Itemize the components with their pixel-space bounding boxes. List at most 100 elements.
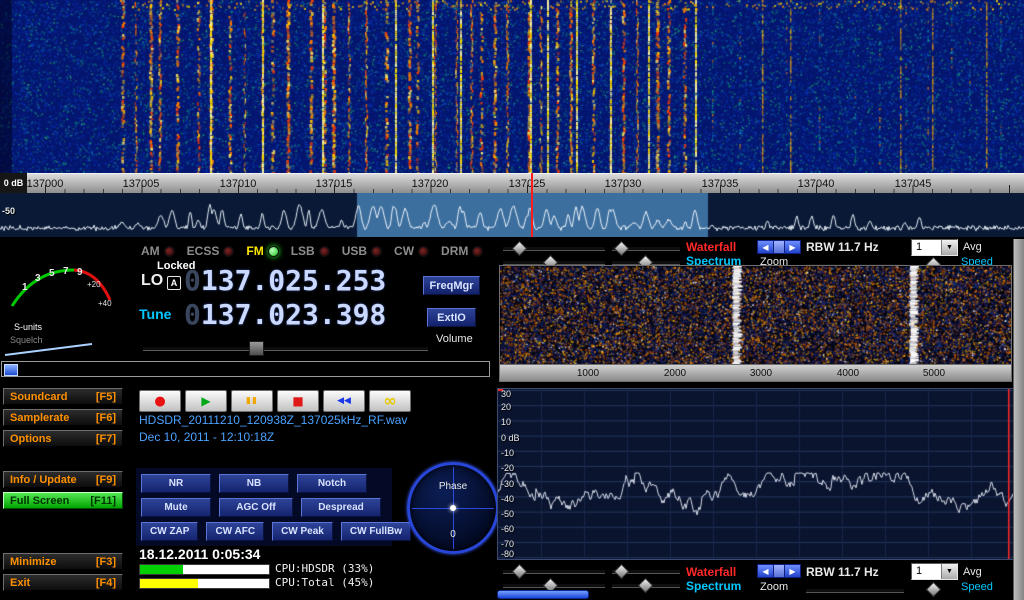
mode-button-lsb[interactable]: LSB — [291, 244, 330, 258]
speed-slider-track-bottom[interactable] — [806, 589, 904, 592]
lo-frequency-display[interactable]: 0137.025.253 — [184, 264, 386, 297]
frequency-ruler[interactable]: 137000 137005 137010 137015 137020 13702… — [0, 173, 1024, 193]
info-update-button[interactable]: Info / Update [F9] — [3, 471, 123, 488]
chevron-down-icon[interactable]: ▼ — [941, 564, 957, 579]
pause-button[interactable]: ▮▮ — [231, 390, 273, 412]
rbw-value-top: RBW 11.7 Hz — [806, 240, 879, 254]
spectrum-tab-bottom[interactable]: Spectrum — [686, 579, 741, 593]
af-frequency-ruler[interactable]: 1000 2000 3000 4000 5000 — [499, 364, 1012, 382]
db-scale-label: -10 — [501, 448, 514, 458]
options-button[interactable]: Options[F7] — [3, 430, 123, 447]
agc-off-button[interactable]: AGC Off — [219, 498, 293, 517]
fullscreen-button[interactable]: Full Screen[F11] — [3, 492, 123, 509]
smeter-tick-label: 7 — [63, 266, 69, 277]
pause-icon: ▮▮ — [246, 397, 258, 406]
right-scrollbar-strip[interactable] — [1013, 239, 1024, 600]
minimize-button[interactable]: Minimize[F3] — [3, 553, 123, 570]
playback-position-bar[interactable] — [1, 361, 490, 377]
db-scale-top-label: 0 dB — [0, 173, 27, 193]
af-waterfall-display[interactable] — [500, 266, 1011, 364]
despread-button[interactable]: Despread — [301, 498, 381, 517]
mode-button-cw[interactable]: CW — [394, 244, 429, 258]
mode-led-icon — [371, 246, 382, 257]
playback-position-handle[interactable] — [4, 364, 18, 376]
samplerate-button[interactable]: Samplerate[F6] — [3, 409, 123, 426]
button-hotkey: [F9] — [96, 474, 116, 486]
avg-dropdown-top[interactable]: 1 ▼ — [911, 239, 958, 256]
mode-label: LSB — [291, 244, 315, 258]
db-scale-label: 20 — [501, 402, 511, 412]
smeter-tick-label: 9 — [77, 267, 83, 278]
tune-frequency-display[interactable]: 0137.023.398 — [184, 298, 386, 331]
nr-button[interactable]: NR — [141, 474, 211, 493]
button-label: Options — [10, 433, 52, 445]
cw-fullbw-button[interactable]: CW FullBw — [341, 522, 411, 541]
waterfall-tab-bottom[interactable]: Waterfall — [686, 565, 736, 579]
notch-button[interactable]: Notch — [297, 474, 367, 493]
play-button[interactable]: ▶ — [185, 390, 227, 412]
extio-button[interactable]: ExtIO — [427, 308, 476, 327]
play-icon: ▶ — [201, 395, 210, 407]
lock-badge-icon[interactable]: A — [167, 276, 181, 290]
volume-slider-handle[interactable] — [249, 341, 264, 356]
spectrum-lower-slider-handle-bottom[interactable] — [638, 578, 654, 594]
soundcard-button[interactable]: Soundcard[F5] — [3, 388, 123, 405]
phase-indicator[interactable]: Phase 0 — [407, 462, 499, 554]
zoom-right-arrow[interactable]: ▶ — [784, 240, 801, 254]
mute-button[interactable]: Mute — [141, 498, 211, 517]
mode-button-fm[interactable]: FM — [246, 244, 278, 258]
button-label: Info / Update — [10, 474, 77, 486]
loop-button[interactable]: ∞ — [369, 390, 411, 412]
rewind-button[interactable]: ◀◀ — [323, 390, 365, 412]
gain-level-bar[interactable] — [497, 590, 589, 599]
cpu-hdsdr-bar — [139, 564, 270, 575]
waterfall-upper-slider-handle[interactable] — [512, 241, 528, 257]
zoom-scroll-thumb[interactable] — [774, 564, 784, 578]
waterfall-upper-slider-handle-bottom[interactable] — [512, 564, 528, 580]
nb-button[interactable]: NB — [219, 474, 289, 493]
main-waterfall-display[interactable] — [0, 0, 1024, 173]
volume-slider-track[interactable] — [143, 347, 428, 350]
smeter-squelch-label: Squelch — [10, 335, 43, 345]
recording-filename: HDSDR_20111210_120938Z_137025kHz_RF.wav — [139, 413, 407, 427]
freqmgr-button[interactable]: FreqMgr — [423, 276, 480, 295]
af-ruler-label: 2000 — [664, 368, 686, 379]
record-button[interactable]: ● — [139, 390, 181, 412]
mode-button-am[interactable]: AM — [141, 244, 175, 258]
ruler-tick-label: 137030 — [605, 178, 642, 190]
db-scale-label: -40 — [501, 494, 514, 504]
cpu-total-bar — [139, 578, 270, 589]
ruler-tick-label: 137045 — [895, 178, 932, 190]
cw-zap-button[interactable]: CW ZAP — [141, 522, 198, 541]
exit-button[interactable]: Exit[F4] — [3, 574, 123, 591]
zoom-right-arrow[interactable]: ▶ — [784, 564, 801, 578]
chevron-down-icon[interactable]: ▼ — [941, 240, 957, 255]
waterfall-tab-top[interactable]: Waterfall — [686, 240, 736, 254]
waterfall-lower-slider-handle[interactable] — [614, 241, 630, 257]
cw-peak-button[interactable]: CW Peak — [272, 522, 333, 541]
avg-label-bottom: Avg — [963, 566, 982, 578]
mode-button-ecss[interactable]: ECSS — [187, 244, 235, 258]
cpu-total-label: CPU:Total (45%) — [275, 576, 374, 589]
lo-frequency-dim-digit: 0 — [184, 264, 201, 297]
ruler-tick-label: 137040 — [798, 178, 835, 190]
cw-afc-button[interactable]: CW AFC — [206, 522, 264, 541]
speed-slider-handle-bottom[interactable] — [926, 582, 942, 598]
smeter-plus40-label: +40 — [98, 299, 112, 308]
mode-led-icon — [164, 246, 175, 257]
af-ruler-label: 3000 — [750, 368, 772, 379]
zoom-scroll-thumb[interactable] — [774, 240, 784, 254]
stop-button[interactable]: ■ — [277, 390, 319, 412]
avg-dropdown-bottom[interactable]: 1 ▼ — [911, 563, 958, 580]
zoom-scroll-control-top: ◀ ▶ — [757, 240, 801, 254]
waterfall-lower-slider-handle-bottom[interactable] — [614, 564, 630, 580]
main-spectrum-display[interactable] — [0, 193, 1024, 237]
mode-button-usb[interactable]: USB — [342, 244, 382, 258]
db-scale-label: 30 — [501, 389, 511, 399]
af-spectrum-display[interactable] — [498, 389, 1013, 559]
mode-button-drm[interactable]: DRM — [441, 244, 483, 258]
zoom-left-arrow[interactable]: ◀ — [757, 240, 774, 254]
ruler-tick-label: 137025 — [509, 178, 546, 190]
s-meter: 1 3 5 7 9 +20 +40 S-units Squelch — [2, 240, 132, 362]
zoom-left-arrow[interactable]: ◀ — [757, 564, 774, 578]
